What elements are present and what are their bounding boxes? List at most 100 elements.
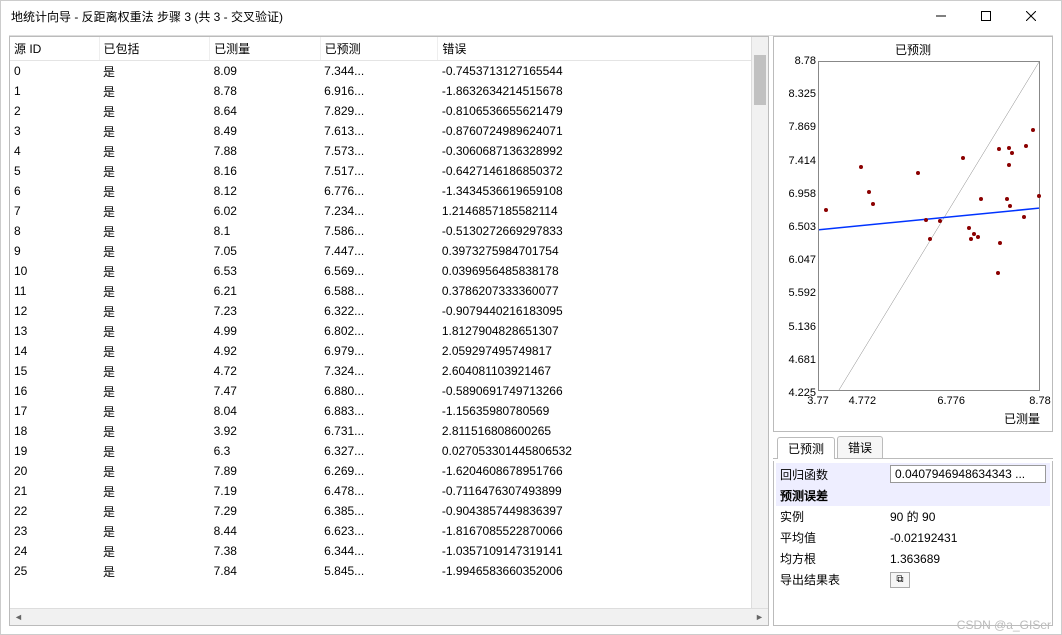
table-row[interactable]: 12是7.236.322...-0.9079440216183095 [10,301,768,321]
table-cell: 是 [99,141,210,161]
data-point[interactable] [997,147,1001,151]
table-row[interactable]: 24是7.386.344...-1.0357109147319141 [10,541,768,561]
regression-row: 回归函数 0.0407946948634343 ... [776,463,1050,485]
table-cell: 21 [10,481,99,501]
data-point[interactable] [979,197,983,201]
y-tick: 7.869 [788,121,816,133]
close-button[interactable] [1008,2,1053,30]
data-point[interactable] [924,218,928,222]
data-point[interactable] [1010,151,1014,155]
data-point[interactable] [998,241,1002,245]
data-point[interactable] [928,237,932,241]
column-header[interactable]: 错误 [438,37,768,61]
data-point[interactable] [961,156,965,160]
table-cell: 11 [10,281,99,301]
column-header[interactable]: 已包括 [99,37,210,61]
data-point[interactable] [969,237,973,241]
column-header[interactable]: 已预测 [320,37,438,61]
regression-value[interactable]: 0.0407946948634343 ... [890,465,1046,483]
data-point[interactable] [996,271,1000,275]
data-point[interactable] [938,219,942,223]
stats-panel: 回归函数 0.0407946948634343 ... 预测误差 实例90 的 … [773,461,1053,626]
data-point[interactable] [1031,128,1035,132]
table-cell: 0.027053301445806532 [438,441,768,461]
geostatistical-wizard-window: 地统计向导 - 反距离权重法 步骤 3 (共 3 - 交叉验证) 源 ID已包括… [0,0,1062,635]
table-row[interactable]: 11是6.216.588...0.3786207333360077 [10,281,768,301]
scrollbar-thumb[interactable] [754,55,766,105]
table-row[interactable]: 20是7.896.269...-1.6204608678951766 [10,461,768,481]
tab-1[interactable]: 错误 [837,436,883,458]
minimize-button[interactable] [918,2,963,30]
horizontal-scrollbar[interactable]: ◄ ► [10,608,768,625]
table-row[interactable]: 6是8.126.776...-1.3434536619659108 [10,181,768,201]
table-cell: 8 [10,221,99,241]
table-row[interactable]: 2是8.647.829...-0.8106536655621479 [10,101,768,121]
table-row[interactable]: 3是8.497.613...-0.8760724989624071 [10,121,768,141]
table-row[interactable]: 13是4.996.802...1.8127904828651307 [10,321,768,341]
table-row[interactable]: 15是4.727.324...2.604081103921467 [10,361,768,381]
export-button[interactable]: ⧉ [890,572,910,588]
table-cell: 6.776... [320,181,438,201]
table-row[interactable]: 22是7.296.385...-0.9043857449836397 [10,501,768,521]
table-cell: 7.829... [320,101,438,121]
scroll-right-arrow[interactable]: ► [751,609,768,625]
column-header[interactable]: 已测量 [210,37,321,61]
table-scroll-area[interactable]: 源 ID已包括已测量已预测错误 0是8.097.344...-0.7453713… [10,37,768,608]
y-tick: 4.681 [788,354,816,366]
table-row[interactable]: 19是6.36.327...0.027053301445806532 [10,441,768,461]
table-row[interactable]: 14是4.926.979...2.059297495749817 [10,341,768,361]
y-tick: 8.78 [795,55,816,67]
table-row[interactable]: 18是3.926.731...2.811516808600265 [10,421,768,441]
table-cell: 是 [99,241,210,261]
scroll-left-arrow[interactable]: ◄ [10,609,27,625]
y-tick: 5.592 [788,287,816,299]
plot-area[interactable] [818,61,1040,391]
data-point[interactable] [1024,144,1028,148]
table-cell: 8.78 [210,81,321,101]
table-cell: 是 [99,481,210,501]
data-point[interactable] [1022,215,1026,219]
data-point[interactable] [1005,197,1009,201]
table-row[interactable]: 5是8.167.517...-0.6427146186850372 [10,161,768,181]
table-row[interactable]: 0是8.097.344...-0.7453713127165544 [10,61,768,82]
stat-value: -0.02192431 [890,531,1046,545]
table-cell: 6.731... [320,421,438,441]
table-row[interactable]: 17是8.046.883...-1.15635980780569 [10,401,768,421]
stat-key: 平均值 [780,529,890,546]
column-header[interactable]: 源 ID [10,37,99,61]
data-point[interactable] [1007,146,1011,150]
table-cell: 7 [10,201,99,221]
table-cell: 7.88 [210,141,321,161]
x-tick: 8.78 [1029,395,1050,407]
table-row[interactable]: 8是8.17.586...-0.5130272669297833 [10,221,768,241]
data-point[interactable] [824,208,828,212]
data-point[interactable] [1008,204,1012,208]
table-row[interactable]: 21是7.196.478...-0.7116476307493899 [10,481,768,501]
table-row[interactable]: 9是7.057.447...0.3973275984701754 [10,241,768,261]
maximize-button[interactable] [963,2,1008,30]
table-row[interactable]: 7是6.027.234...1.2146857185582114 [10,201,768,221]
stat-value: 1.363689 [890,552,1046,566]
tab-0[interactable]: 已预测 [777,437,835,459]
data-point[interactable] [976,235,980,239]
data-point[interactable] [859,165,863,169]
data-point[interactable] [967,226,971,230]
table-row[interactable]: 16是7.476.880...-0.5890691749713266 [10,381,768,401]
table-row[interactable]: 4是7.887.573...-0.3060687136328992 [10,141,768,161]
table-row[interactable]: 1是8.786.916...-1.8632634214515678 [10,81,768,101]
table-cell: 6 [10,181,99,201]
table-cell: 6.21 [210,281,321,301]
vertical-scrollbar[interactable] [751,37,768,608]
data-point[interactable] [1037,194,1041,198]
table-cell: 2.059297495749817 [438,341,768,361]
table-cell: 8.1 [210,221,321,241]
data-point[interactable] [867,190,871,194]
table-row[interactable]: 23是8.446.623...-1.8167085522870066 [10,521,768,541]
table-cell: 0.0396956485838178 [438,261,768,281]
table-row[interactable]: 25是7.845.845...-1.9946583660352006 [10,561,768,581]
data-point[interactable] [916,171,920,175]
data-point[interactable] [871,202,875,206]
data-point[interactable] [1007,163,1011,167]
x-tick: 4.772 [849,395,877,407]
table-row[interactable]: 10是6.536.569...0.0396956485838178 [10,261,768,281]
